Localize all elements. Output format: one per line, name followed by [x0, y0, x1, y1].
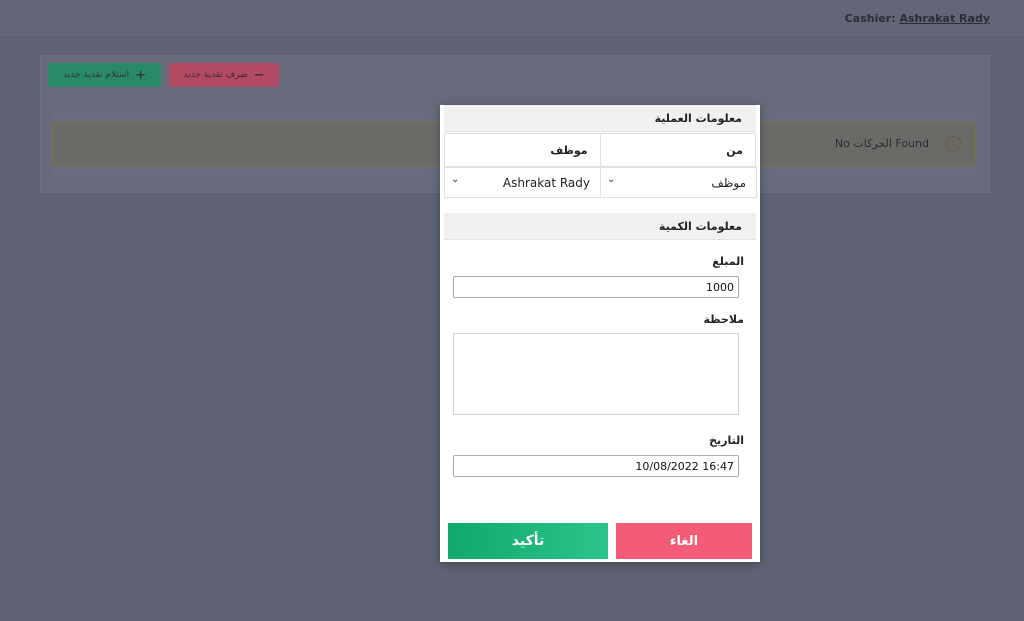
cashier-info: Cashier: Ashrakat Rady [845, 12, 990, 25]
amount-input[interactable]: 1000 [453, 276, 739, 298]
from-type-value: موظف [711, 176, 746, 190]
spend-cash-button[interactable]: صرف نقدية جديد − [169, 63, 279, 87]
date-input[interactable]: 10/08/2022 16:47 [453, 455, 739, 477]
operation-selects: Ashrakat Rady ⌄ موظف ⌄ [444, 167, 757, 198]
from-column-header: من [599, 133, 757, 167]
cash-transaction-modal: معلومات العملية موظف من Ashrakat Rady ⌄ … [440, 105, 760, 562]
to-column-header: موظف [444, 133, 601, 167]
note-textarea[interactable] [453, 333, 739, 415]
cashier-name-link[interactable]: Ashrakat Rady [899, 12, 990, 25]
receive-cash-label: استلام نقدية جديد [63, 70, 130, 80]
date-label: التاريخ [709, 434, 744, 447]
spend-cash-label: صرف نقدية جديد [183, 70, 248, 80]
plus-icon: + [135, 67, 146, 83]
date-value: 10/08/2022 16:47 [635, 460, 734, 473]
top-bar: Cashier: Ashrakat Rady [0, 0, 1024, 37]
cashier-label: Cashier: [844, 12, 896, 25]
chevron-down-icon: ⌄ [451, 174, 460, 185]
confirm-button[interactable]: تأكيد [448, 523, 608, 559]
alert-text: No الحركات Found [834, 137, 929, 150]
operation-info-header: معلومات العملية [444, 105, 756, 132]
note-label: ملاحظة [703, 313, 744, 326]
minus-icon: − [253, 67, 265, 83]
chevron-down-icon: ⌄ [607, 174, 616, 185]
amount-value: 1000 [706, 281, 734, 294]
to-employee-value: Ashrakat Rady [502, 176, 590, 190]
receive-cash-button[interactable]: استلام نقدية جديد + [48, 63, 161, 87]
quantity-info-title: معلومات الكمية [658, 220, 742, 233]
cancel-button[interactable]: الغاء [616, 523, 752, 559]
operation-table: موظف من [444, 133, 757, 167]
quantity-info-header: معلومات الكمية [444, 213, 756, 240]
info-circle-icon: i [946, 136, 961, 151]
from-type-select[interactable]: موظف ⌄ [600, 167, 757, 198]
to-employee-select[interactable]: Ashrakat Rady ⌄ [444, 167, 601, 198]
amount-label: المبلغ [712, 255, 744, 268]
operation-info-title: معلومات العملية [654, 112, 742, 125]
